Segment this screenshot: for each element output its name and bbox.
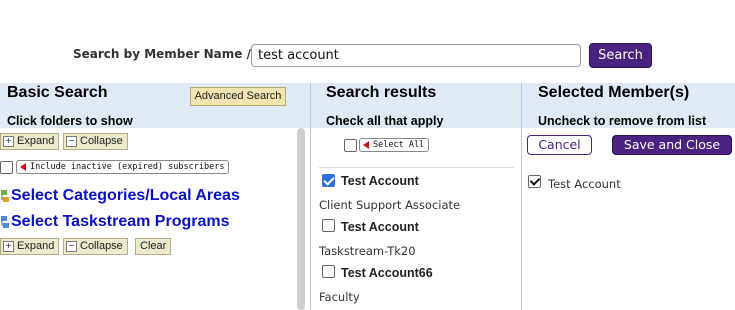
member-search-input[interactable]: [251, 44, 581, 67]
result-name: Test Account: [341, 174, 419, 188]
result-checkbox[interactable]: [322, 174, 335, 187]
collapse-label: Collapse: [80, 135, 123, 147]
search-results-panel: Search results Check all that apply Sele…: [310, 83, 521, 310]
collapse-label: Collapse: [80, 240, 123, 252]
save-and-close-button[interactable]: Save and Close: [612, 135, 732, 155]
expand-label: Expand: [17, 135, 55, 147]
triangle-left-icon: [363, 141, 369, 149]
minus-icon: −: [66, 241, 77, 252]
clear-button[interactable]: Clear: [135, 238, 172, 255]
selected-member-checkbox[interactable]: [528, 175, 541, 188]
include-inactive-checkbox[interactable]: [0, 161, 13, 174]
category-tree-icon: [1, 190, 9, 202]
scrollbar-thumb[interactable]: [297, 128, 305, 310]
collapse-button-top[interactable]: − Collapse: [63, 133, 128, 150]
result-role: Client Support Associate: [319, 198, 461, 212]
select-all-label: Select All: [373, 140, 425, 150]
select-all-toggle[interactable]: Select All: [359, 138, 430, 152]
expand-label: Expand: [17, 240, 55, 252]
include-inactive-toggle[interactable]: Include inactive (expired) subscribers: [16, 160, 230, 174]
selected-members-panel: Selected Member(s) Uncheck to remove fro…: [521, 83, 735, 310]
selected-members-subtitle: Uncheck to remove from list: [538, 114, 707, 128]
result-name: Test Account: [341, 220, 419, 234]
expand-button-bottom[interactable]: + Expand: [0, 238, 60, 255]
result-checkbox[interactable]: [322, 219, 335, 232]
basic-search-header: Basic Search Advanced Search Click folde…: [0, 83, 310, 128]
search-results-subtitle: Check all that apply: [326, 114, 444, 128]
basic-search-subtitle: Click folders to show: [7, 114, 133, 128]
basic-search-title: Basic Search: [7, 84, 108, 101]
result-name: Test Account66: [341, 266, 433, 280]
search-results-title: Search results: [326, 84, 437, 101]
search-button[interactable]: Search: [589, 43, 652, 68]
programs-tree-icon: [1, 216, 9, 228]
result-role: Faculty: [319, 290, 360, 304]
cancel-button[interactable]: Cancel: [527, 135, 592, 155]
clear-label: Clear: [140, 240, 167, 252]
triangle-left-icon: [20, 163, 26, 171]
selected-member-name: Test Account: [548, 177, 621, 191]
select-programs-link[interactable]: Select Taskstream Programs: [11, 213, 229, 231]
results-divider: [319, 167, 514, 168]
result-checkbox[interactable]: [322, 265, 335, 278]
minus-icon: −: [66, 136, 77, 147]
expand-button-top[interactable]: + Expand: [0, 133, 60, 150]
plus-icon: +: [3, 136, 14, 147]
selected-members-header: Selected Member(s) Uncheck to remove fro…: [522, 83, 735, 128]
select-all-checkbox[interactable]: [344, 139, 357, 152]
search-label: Search by Member Name /Id:: [73, 47, 269, 61]
advanced-search-button[interactable]: Advanced Search: [190, 87, 286, 106]
collapse-button-bottom[interactable]: − Collapse: [63, 238, 128, 255]
select-categories-link[interactable]: Select Categories/Local Areas: [11, 187, 240, 205]
include-inactive-label: Include inactive (expired) subscribers: [30, 162, 225, 172]
search-results-header: Search results Check all that apply: [311, 83, 521, 128]
result-role: Taskstream-Tk20: [319, 244, 416, 258]
basic-search-panel: Basic Search Advanced Search Click folde…: [0, 83, 310, 310]
plus-icon: +: [3, 241, 14, 252]
selected-members-title: Selected Member(s): [538, 84, 690, 101]
